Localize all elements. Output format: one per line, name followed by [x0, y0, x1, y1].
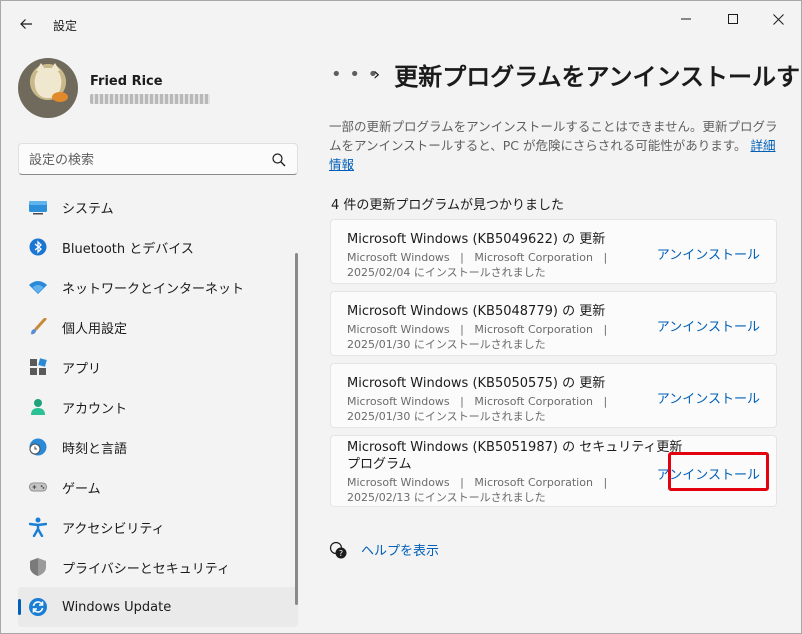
page-title: 更新プログラムをアンインストールす: [394, 63, 801, 91]
sidebar-item-accessibility[interactable]: アクセシビリティ: [18, 507, 298, 547]
update-title: Microsoft Windows (KB5050575) の 更新: [347, 376, 606, 391]
sidebar-item-gaming[interactable]: ゲーム: [18, 467, 298, 507]
update-install-date: 2025/01/30 にインストールされました: [347, 338, 546, 351]
update-title: Microsoft Windows (KB5048779) の 更新: [347, 304, 606, 319]
breadcrumb-more-button[interactable]: • • •: [331, 64, 378, 85]
search-icon[interactable]: [271, 152, 287, 168]
uninstall-button[interactable]: アンインストール: [657, 244, 760, 263]
sidebar-item-privacy[interactable]: プライバシーとセキュリティ: [18, 547, 298, 587]
sidebar-item-accounts[interactable]: アカウント: [18, 387, 298, 427]
search-input[interactable]: [29, 151, 259, 169]
sidebar-item-windows-update[interactable]: Windows Update: [18, 587, 298, 627]
gamepad-icon: [28, 477, 48, 497]
close-button[interactable]: [755, 7, 801, 31]
help-icon: ?: [329, 541, 347, 558]
paintbrush-icon: [28, 317, 48, 337]
update-card: Microsoft Windows (KB5049622) の 更新 Micro…: [330, 219, 777, 284]
get-help-link[interactable]: ヘルプを表示: [361, 540, 439, 559]
sidebar-item-bluetooth[interactable]: Bluetooth とデバイス: [18, 227, 298, 267]
sidebar-item-apps[interactable]: アプリ: [18, 347, 298, 387]
minimize-icon: [681, 18, 691, 20]
updates-found-count: 4 件の更新プログラムが見つかりました: [331, 198, 565, 213]
sidebar-scrollbar[interactable]: [295, 253, 298, 605]
profile-email-redacted: [90, 94, 210, 104]
back-button[interactable]: [15, 13, 37, 35]
svg-text:?: ?: [339, 549, 343, 558]
system-icon: [28, 197, 48, 217]
wifi-icon: [28, 277, 48, 297]
title-bar: 設定: [1, 1, 801, 45]
settings-window: 設定 Fried Rice システム: [0, 0, 802, 634]
page-description: 一部の更新プログラムをアンインストールすることはできません。更新プログラムをアン…: [329, 119, 778, 172]
settings-search[interactable]: [18, 143, 298, 175]
minimize-button[interactable]: [663, 7, 709, 31]
windows-update-icon: [28, 597, 48, 617]
maximize-icon: [728, 14, 738, 24]
help-section: ? ヘルプを表示: [329, 540, 439, 559]
breadcrumb-separator: ›: [373, 64, 381, 85]
sidebar-item-personalization[interactable]: 個人用設定: [18, 307, 298, 347]
breadcrumb: • • • › 更新プログラムをアンインストールす: [331, 57, 800, 92]
shield-icon: [28, 557, 48, 577]
apps-icon: [28, 357, 48, 377]
close-icon: [772, 13, 784, 25]
uninstall-button[interactable]: アンインストール: [657, 388, 760, 407]
sidebar-item-network[interactable]: ネットワークとインターネット: [18, 267, 298, 307]
bluetooth-icon: [28, 237, 48, 257]
highlight-annotation-box: [668, 452, 769, 491]
app-title: 設定: [53, 19, 78, 33]
update-title: Microsoft Windows (KB5049622) の 更新: [347, 232, 606, 247]
account-icon: [28, 397, 48, 417]
uninstall-button[interactable]: アンインストール: [657, 316, 760, 335]
maximize-button[interactable]: [710, 7, 756, 31]
profile-name: Fried Rice: [90, 74, 163, 89]
accessibility-icon: [28, 517, 48, 537]
update-card: Microsoft Windows (KB5050575) の 更新 Micro…: [330, 363, 777, 428]
clock-globe-icon: [28, 437, 48, 457]
sidebar-item-time-language[interactable]: 時刻と言語: [18, 427, 298, 467]
update-install-date: 2025/02/04 にインストールされました: [347, 266, 546, 279]
update-card: Microsoft Windows (KB5048779) の 更新 Micro…: [330, 291, 777, 356]
update-install-date: 2025/02/13 にインストールされました: [347, 491, 546, 504]
back-arrow-icon: [20, 19, 32, 29]
avatar: [18, 58, 78, 118]
sidebar-nav: システム Bluetooth とデバイス ネットワークとインターネット 個人用設…: [18, 187, 298, 627]
update-title: Microsoft Windows (KB5051987) の セキュリティ更新…: [347, 440, 683, 472]
sidebar-item-system[interactable]: システム: [18, 187, 298, 227]
update-install-date: 2025/01/30 にインストールされました: [347, 410, 546, 423]
